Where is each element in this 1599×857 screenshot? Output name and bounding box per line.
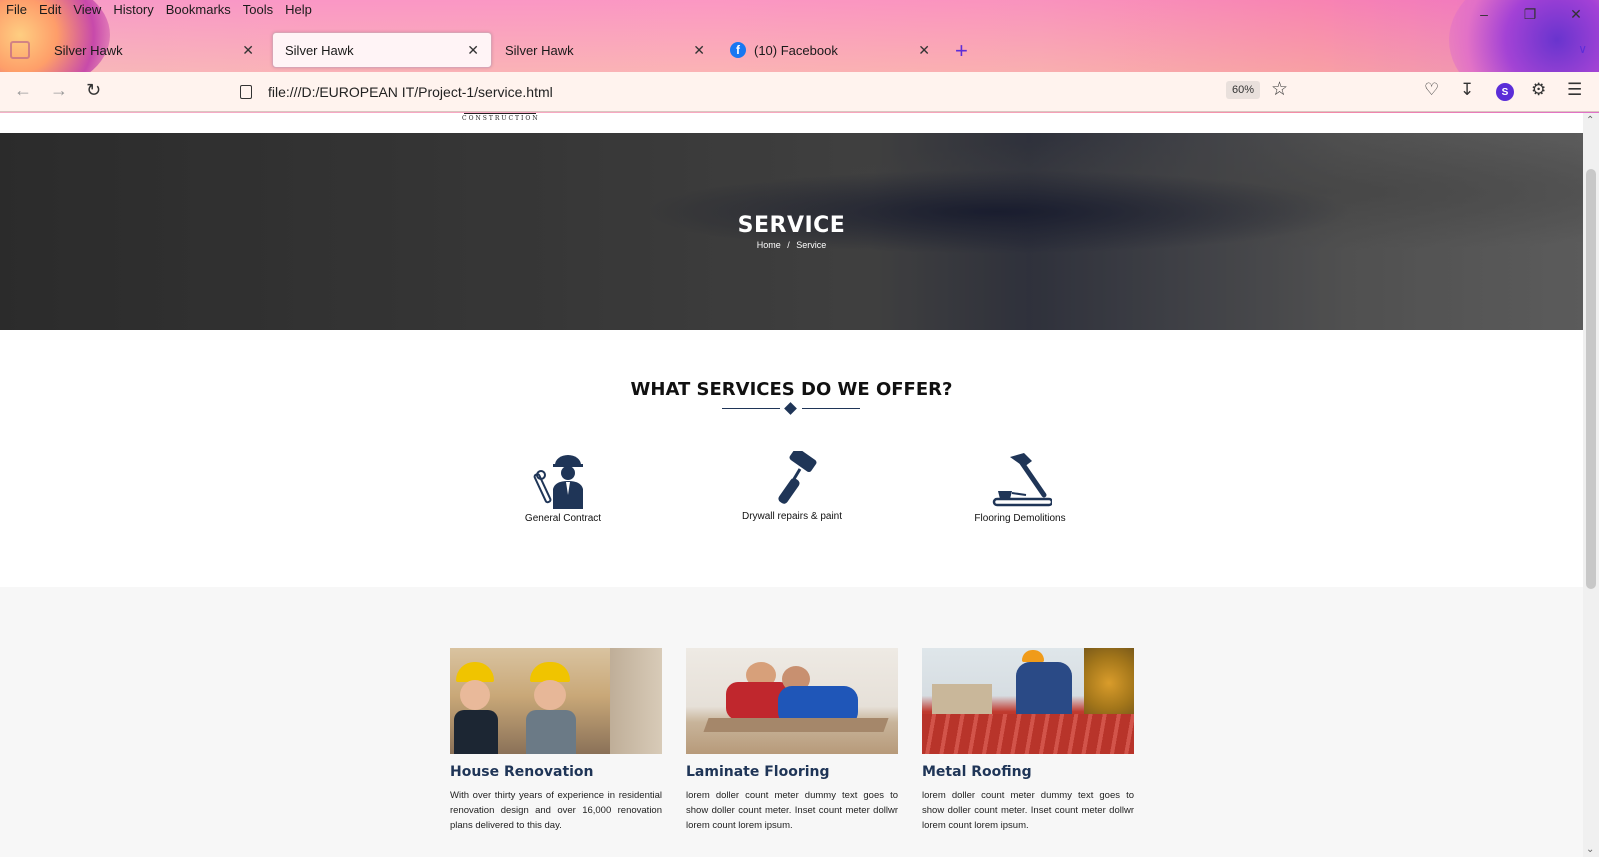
menu-bookmarks[interactable]: Bookmarks [160,0,237,22]
menu-tools[interactable]: Tools [237,0,279,22]
hammer-icon [992,453,1052,507]
menu-view[interactable]: View [67,0,107,22]
tab-strip: Silver Hawk ✕ Silver Hawk ✕ Silver Hawk … [0,32,1599,68]
reload-icon[interactable]: ↻ [86,80,101,101]
bookmark-star-icon[interactable]: ☆ [1271,78,1288,101]
menu-hamburger-icon[interactable]: ☰ [1567,80,1582,100]
menu-bar: File Edit View History Bookmarks Tools H… [0,0,318,22]
paint-roller-icon [778,451,817,504]
breadcrumb-separator: / [787,240,790,250]
card-title: Laminate Flooring [686,764,830,780]
hero-banner: SERVICE Home / Service [0,133,1583,330]
card-text: lorem doller count meter dummy text goes… [922,790,1134,831]
card-metal-roofing[interactable]: Metal Roofing lorem doller count meter d… [922,648,1134,833]
tab-title: (10) Facebook [754,42,838,58]
minimize-icon[interactable]: – [1461,2,1507,26]
card-image [686,648,898,754]
scroll-down-icon[interactable]: ⌄ [1586,844,1594,855]
scroll-thumb[interactable] [1586,169,1596,589]
tab-title: Silver Hawk [285,42,354,58]
breadcrumb: Home / Service [0,240,1583,250]
heading-divider [722,402,860,415]
logo[interactable]: CONSTRUCTION [462,113,538,122]
menu-history[interactable]: History [107,0,159,22]
page-icon [240,85,252,99]
tab-silver-hawk-3[interactable]: Silver Hawk ✕ [493,32,717,68]
close-window-icon[interactable]: ✕ [1553,2,1599,26]
menu-edit[interactable]: Edit [33,0,67,22]
close-tab-icon[interactable]: ✕ [467,42,479,59]
page-scrollbar[interactable]: ⌃ ⌄ [1583,113,1599,857]
breadcrumb-current: Service [796,240,827,250]
card-title: Metal Roofing [922,764,1032,780]
card-laminate-flooring[interactable]: Laminate Flooring lorem doller count met… [686,648,898,833]
profile-avatar[interactable]: S [1496,83,1514,101]
scroll-up-icon[interactable]: ⌃ [1586,115,1594,126]
address-bar[interactable]: file:///D:/EUROPEAN IT/Project-1/service… [230,76,1296,108]
service-label: Flooring Demolitions [974,513,1066,524]
service-label: General Contract [524,513,602,524]
extensions-icon[interactable]: ⚙ [1531,80,1546,100]
window-controls: – ❐ ✕ [1461,2,1599,26]
card-text: lorem doller count meter dummy text goes… [686,790,898,831]
new-tab-icon[interactable]: + [955,38,968,64]
url-text: file:///D:/EUROPEAN IT/Project-1/service… [268,84,553,100]
download-icon[interactable]: ↧ [1460,80,1474,100]
tab-title: Silver Hawk [54,42,123,58]
card-text: With over thirty years of experience in … [450,790,662,831]
tab-title: Silver Hawk [505,42,574,58]
close-tab-icon[interactable]: ✕ [693,42,705,59]
tab-facebook[interactable]: f (10) Facebook ✕ [718,32,942,68]
close-tab-icon[interactable]: ✕ [918,42,930,59]
back-icon[interactable]: ← [14,80,32,101]
service-flooring-demolitions[interactable]: Flooring Demolitions [940,451,1100,524]
tab-silver-hawk-1[interactable]: Silver Hawk ✕ [42,32,266,68]
navigation-toolbar: ← → ↻ file:///D:/EUROPEAN IT/Project-1/s… [0,72,1599,112]
service-drywall[interactable]: Drywall repairs & paint [712,451,872,522]
service-general-contract[interactable]: General Contract [483,451,643,524]
breadcrumb-home-link[interactable]: Home [757,240,781,250]
menu-file[interactable]: File [0,0,33,22]
browser-chrome: File Edit View History Bookmarks Tools H… [0,0,1599,113]
service-label: Drywall repairs & paint [741,511,843,522]
tab-silver-hawk-2[interactable]: Silver Hawk ✕ [272,32,492,68]
facebook-icon: f [730,42,746,58]
services-heading: WHAT SERVICES DO WE OFFER? [630,379,953,400]
menu-help[interactable]: Help [279,0,318,22]
card-image [450,648,662,754]
tab-overflow-chevron-icon[interactable]: ∨ [1578,42,1587,56]
zoom-level[interactable]: 60% [1226,81,1261,99]
card-image [922,648,1134,754]
close-tab-icon[interactable]: ✕ [242,42,254,59]
worker-icon [533,455,583,509]
card-title: House Renovation [450,764,594,780]
tab-list-icon[interactable] [10,41,30,59]
restore-icon[interactable]: ❐ [1507,2,1553,26]
forward-icon[interactable]: → [50,80,68,101]
page-title: SERVICE [737,213,846,238]
pocket-icon[interactable]: ♡ [1424,80,1439,100]
card-house-renovation[interactable]: House Renovation With over thirty years … [450,648,662,833]
